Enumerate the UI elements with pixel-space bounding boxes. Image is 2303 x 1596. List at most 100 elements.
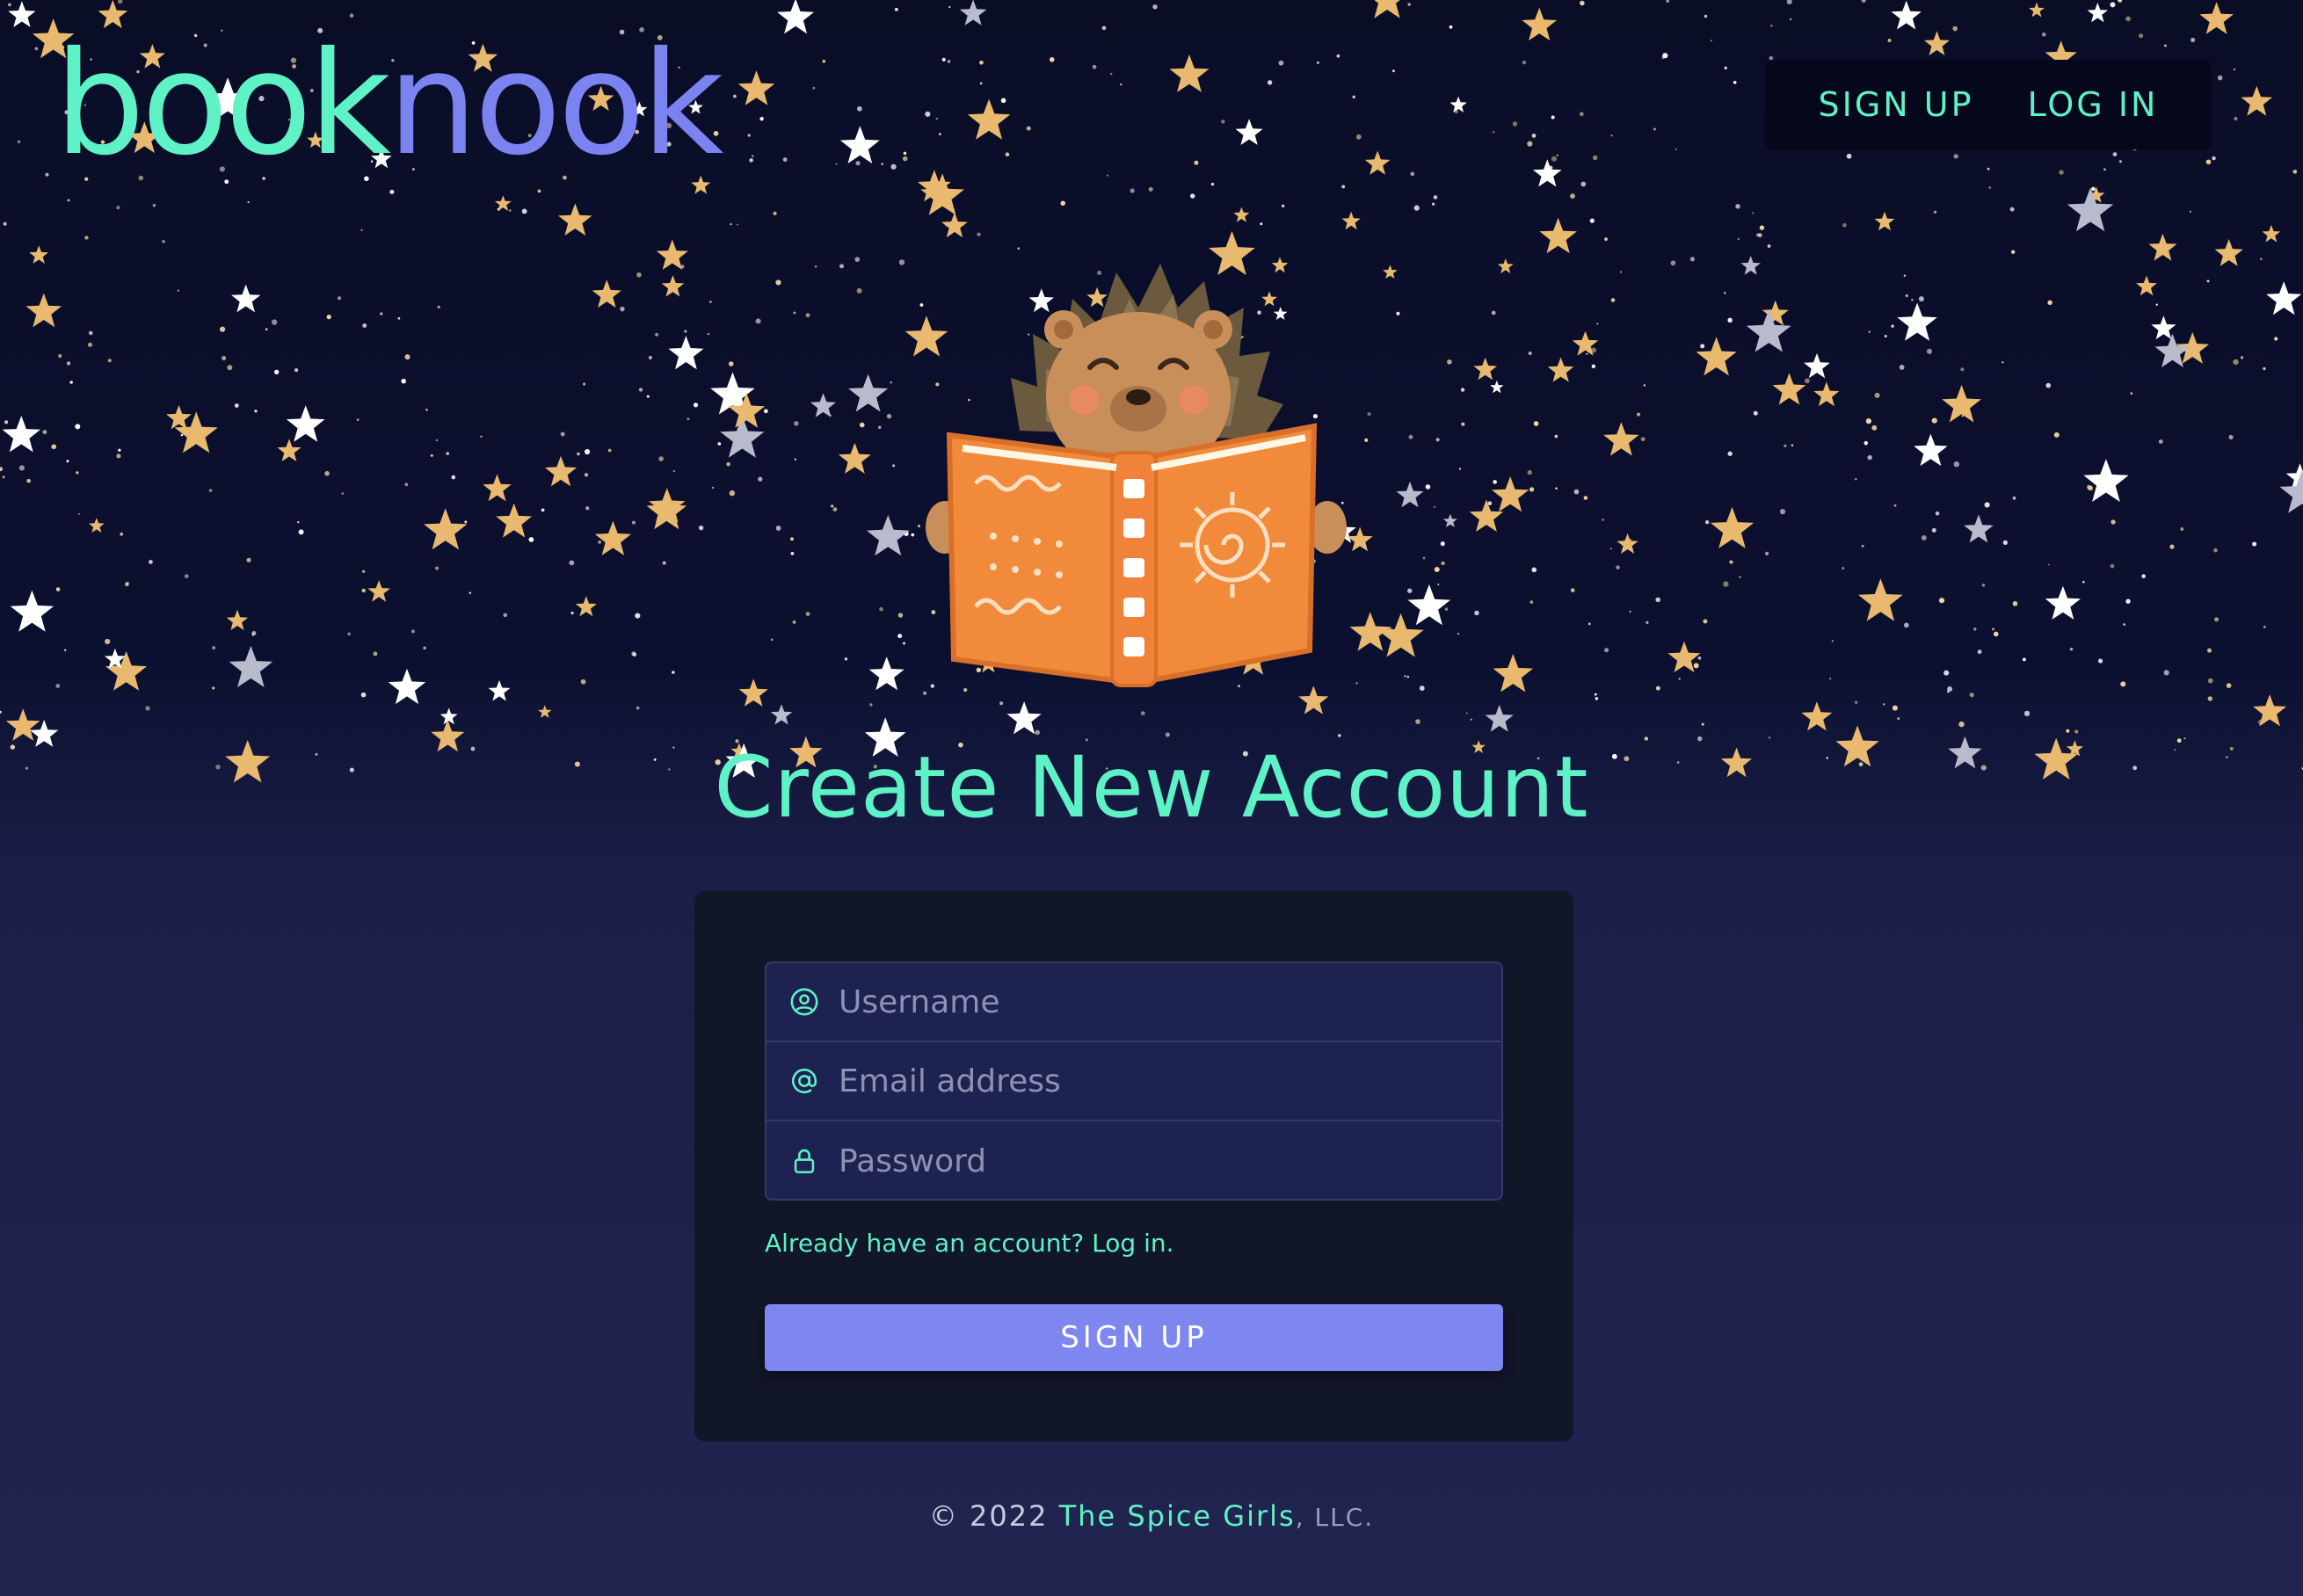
star-shape: [1492, 476, 1529, 512]
star-dot: [1662, 53, 1668, 59]
star-dot: [298, 529, 304, 535]
star-dot: [902, 156, 908, 162]
login-link[interactable]: Already have an account? Log in.: [765, 1229, 1174, 1258]
star-dot: [844, 657, 848, 661]
star-dot: [1828, 678, 1832, 680]
star-dot: [894, 7, 898, 11]
star-dot: [1531, 134, 1537, 138]
star-dot: [451, 475, 456, 480]
star-dot: [88, 330, 93, 336]
star-dot: [730, 222, 732, 226]
star-dot: [2252, 541, 2257, 547]
star-dot: [234, 403, 239, 408]
star-dot: [521, 208, 527, 214]
star-shape: [2148, 233, 2177, 261]
star-dot: [1831, 640, 1834, 642]
star-dot: [1140, 711, 1145, 715]
star-dot: [636, 272, 642, 278]
star-dot: [212, 646, 216, 649]
star-dot: [1861, 544, 1864, 548]
star-dot: [34, 47, 39, 51]
star-shape: [959, 0, 987, 25]
star-dot: [636, 706, 640, 710]
star-dot: [1723, 581, 1729, 587]
star-dot: [1616, 565, 1620, 569]
star-dot: [1461, 422, 1465, 426]
star-dot: [584, 473, 589, 477]
star-dot: [1784, 444, 1787, 447]
star-shape: [1813, 381, 1840, 407]
star-dot: [1092, 64, 1097, 69]
star-shape: [1942, 384, 1981, 423]
star-shape: [668, 336, 704, 370]
star-dot: [1570, 193, 1575, 199]
star-dot: [1527, 141, 1533, 147]
star-dot: [711, 486, 715, 490]
star-dot: [729, 490, 736, 497]
signup-button[interactable]: SIGN UP: [765, 1304, 1503, 1371]
star-dot: [1874, 392, 1880, 398]
star-dot: [1148, 186, 1153, 192]
star-shape: [1897, 302, 1937, 341]
star-dot: [254, 410, 258, 413]
star-dot: [1883, 703, 1885, 706]
star-dot: [434, 566, 440, 570]
footer-suffix: , LLC.: [1295, 1503, 1375, 1532]
star-dot: [1779, 509, 1786, 515]
star-dot: [763, 409, 768, 414]
star-dot: [1194, 160, 1199, 165]
star-dot: [1529, 487, 1535, 492]
star-shape: [488, 679, 511, 701]
star-shape: [544, 455, 578, 487]
star-dot: [1753, 410, 1758, 416]
star-dot: [775, 526, 781, 531]
star-dot: [1867, 454, 1872, 461]
star-dot: [2226, 683, 2232, 688]
star-dot: [2163, 670, 2169, 676]
star-dot: [693, 403, 699, 408]
star-shape: [848, 374, 889, 412]
star-shape: [2266, 281, 2302, 316]
star-dot: [1316, 61, 1319, 64]
nav-signup-link[interactable]: SIGN UP: [1819, 85, 1974, 124]
star-dot: [78, 512, 81, 515]
star-dot: [26, 478, 31, 483]
star-shape: [440, 707, 458, 725]
star-dot: [2059, 170, 2064, 175]
signup-fields: [765, 961, 1503, 1201]
star-dot: [1419, 686, 1425, 691]
star-shape: [770, 704, 793, 725]
star-dot: [1863, 440, 1869, 446]
star-dot: [1655, 686, 1660, 691]
star-dot: [1693, 663, 1699, 669]
star-shape: [868, 657, 904, 691]
star-shape: [1522, 7, 1557, 41]
star-shape: [1547, 357, 1574, 382]
star-dot: [1655, 597, 1661, 603]
star-shape: [1891, 0, 1922, 30]
nav-login-link[interactable]: LOG IN: [2028, 85, 2159, 124]
star-dot: [1355, 682, 1358, 685]
star-dot: [737, 223, 739, 226]
star-dot: [1653, 127, 1656, 131]
star-dot: [1529, 600, 1534, 604]
star-dot: [2110, 563, 2115, 569]
star-dot: [1619, 271, 1623, 273]
star-dot: [2214, 617, 2219, 622]
star-dot: [1666, 0, 1669, 3]
password-input[interactable]: [839, 1143, 1501, 1179]
star-dot: [1905, 294, 1908, 297]
email-input[interactable]: [839, 1063, 1501, 1099]
star-dot: [1444, 607, 1449, 611]
star-dot: [63, 649, 67, 651]
star-dot: [1579, 112, 1584, 117]
star-shape: [1349, 612, 1391, 651]
star-dot: [1670, 260, 1676, 266]
password-row: [766, 1121, 1501, 1199]
star-dot: [4, 420, 9, 424]
star-dot: [2207, 696, 2212, 701]
star-dot: [1961, 415, 1964, 417]
star-dot: [1791, 444, 1794, 446]
booknook-logo[interactable]: booknook: [54, 33, 724, 176]
username-input[interactable]: [839, 983, 1501, 1020]
